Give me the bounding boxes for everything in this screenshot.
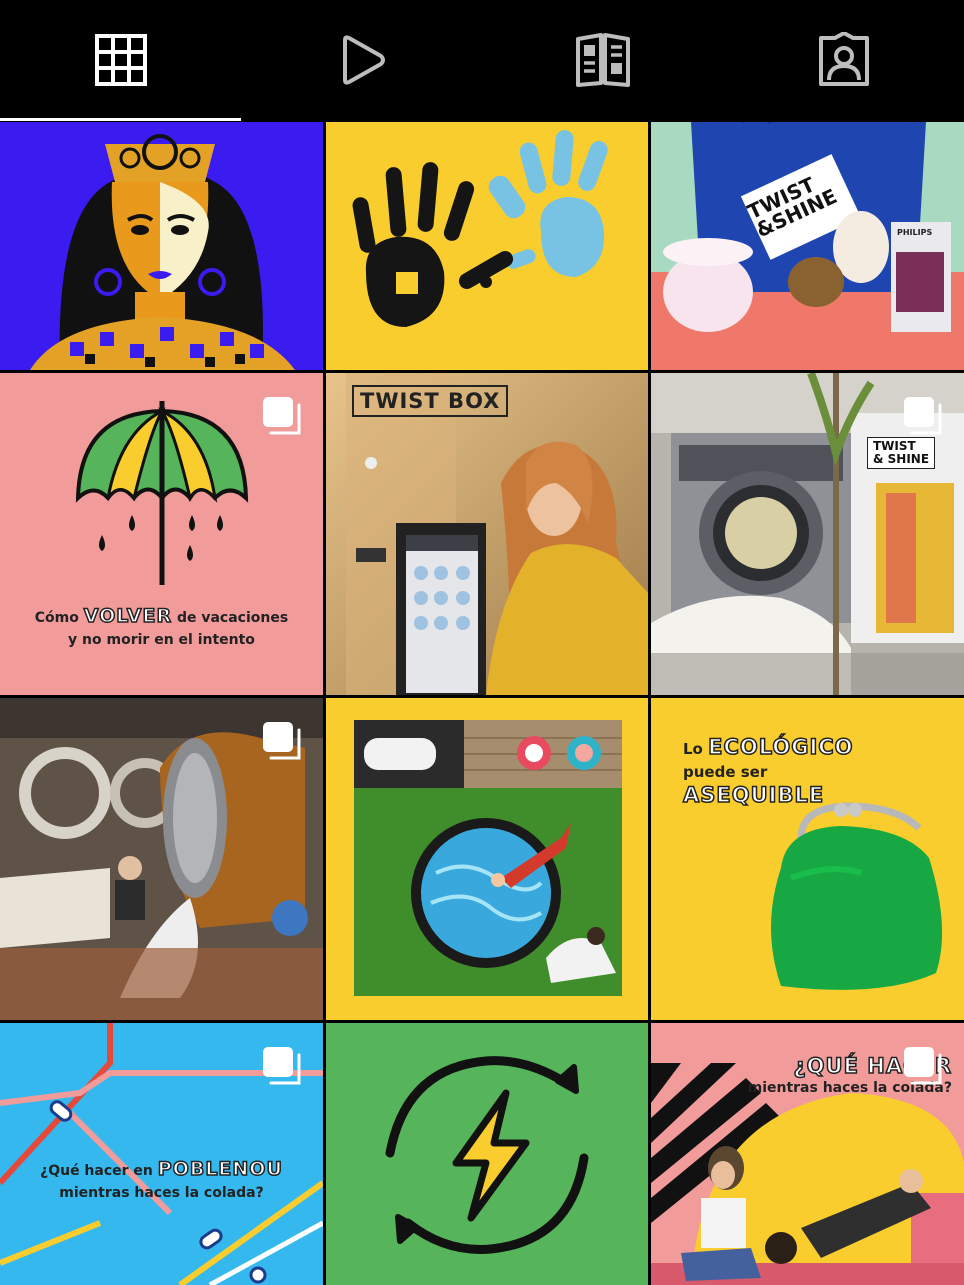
post-pool-collage[interactable] (326, 698, 648, 1020)
caption-prefix: Cómo (34, 610, 79, 626)
post-storefront-washing-machine[interactable]: TWIST & SHINE (651, 373, 964, 695)
tab-tagged[interactable] (723, 0, 964, 120)
post-handprints[interactable] (326, 122, 648, 370)
active-tab-indicator (0, 118, 241, 121)
caption-line-2: mientras haces la colada? (59, 1185, 264, 1201)
twist-box-photo (326, 373, 648, 695)
caption-suffix: de vacaciones (176, 610, 289, 626)
post-volver-vacaciones[interactable]: Cómo VOLVER de vacaciones y no morir en … (0, 373, 323, 695)
queen-illustration-image (0, 122, 323, 370)
carousel-icon (904, 1047, 942, 1085)
carousel-icon (263, 1047, 301, 1085)
twist-box-sign: TWIST BOX (352, 385, 509, 417)
caption-prefix: ¿Qué hacer en (40, 1163, 153, 1179)
pool-collage-image (326, 698, 648, 1020)
caption-line-2: y no morir en el intento (68, 632, 255, 648)
reels-play-icon (342, 35, 385, 85)
product-box-brand: PHILIPS (897, 228, 933, 237)
post-caption: Cómo VOLVER de vacaciones y no morir en … (0, 604, 323, 651)
post-ecologico-asequible[interactable]: Lo ECOLÓGICO puede ser ASEQUIBLE (651, 698, 964, 1020)
storefront-sign: TWIST & SHINE (867, 437, 936, 469)
tab-reels[interactable] (241, 0, 482, 120)
post-energy-cycle[interactable] (326, 1023, 648, 1285)
carousel-icon (263, 397, 301, 435)
tab-guides[interactable] (482, 0, 723, 120)
storefront-sign-line-2: & SHINE (873, 452, 930, 466)
caption-highlight: POBLENOU (157, 1157, 283, 1181)
guide-book-icon (575, 33, 630, 87)
post-queen-illustration[interactable] (0, 122, 323, 370)
post-caption: ¿Qué hacer en POBLENOU mientras haces la… (0, 1157, 323, 1204)
lightning-cycle-icon (326, 1023, 648, 1285)
carousel-icon (904, 397, 942, 435)
post-tote-bag-products[interactable]: TWIST &SHINE PHILIPS (651, 122, 964, 370)
carousel-icon (263, 722, 301, 760)
post-poblenou-map[interactable]: ¿Qué hacer en POBLENOU mientras haces la… (0, 1023, 323, 1285)
tote-bag-photo (651, 122, 964, 370)
coin-purse-image (771, 802, 943, 990)
post-workshop-drum[interactable] (0, 698, 323, 1020)
grid-icon (94, 34, 147, 86)
tab-posts-grid[interactable] (0, 0, 241, 120)
posts-grid: TWIST &SHINE PHILIPS Cómo VOLVER de vaca… (0, 122, 964, 1285)
caption-highlight: VOLVER (83, 604, 173, 628)
tagged-user-icon (818, 32, 869, 86)
profile-tab-bar (0, 0, 964, 121)
post-twist-box-kiosk[interactable]: TWIST BOX (326, 373, 648, 695)
post-que-hacer[interactable]: ¿QUÉ HACER mientras haces la colada? (651, 1023, 964, 1285)
handprints-image (326, 122, 648, 370)
